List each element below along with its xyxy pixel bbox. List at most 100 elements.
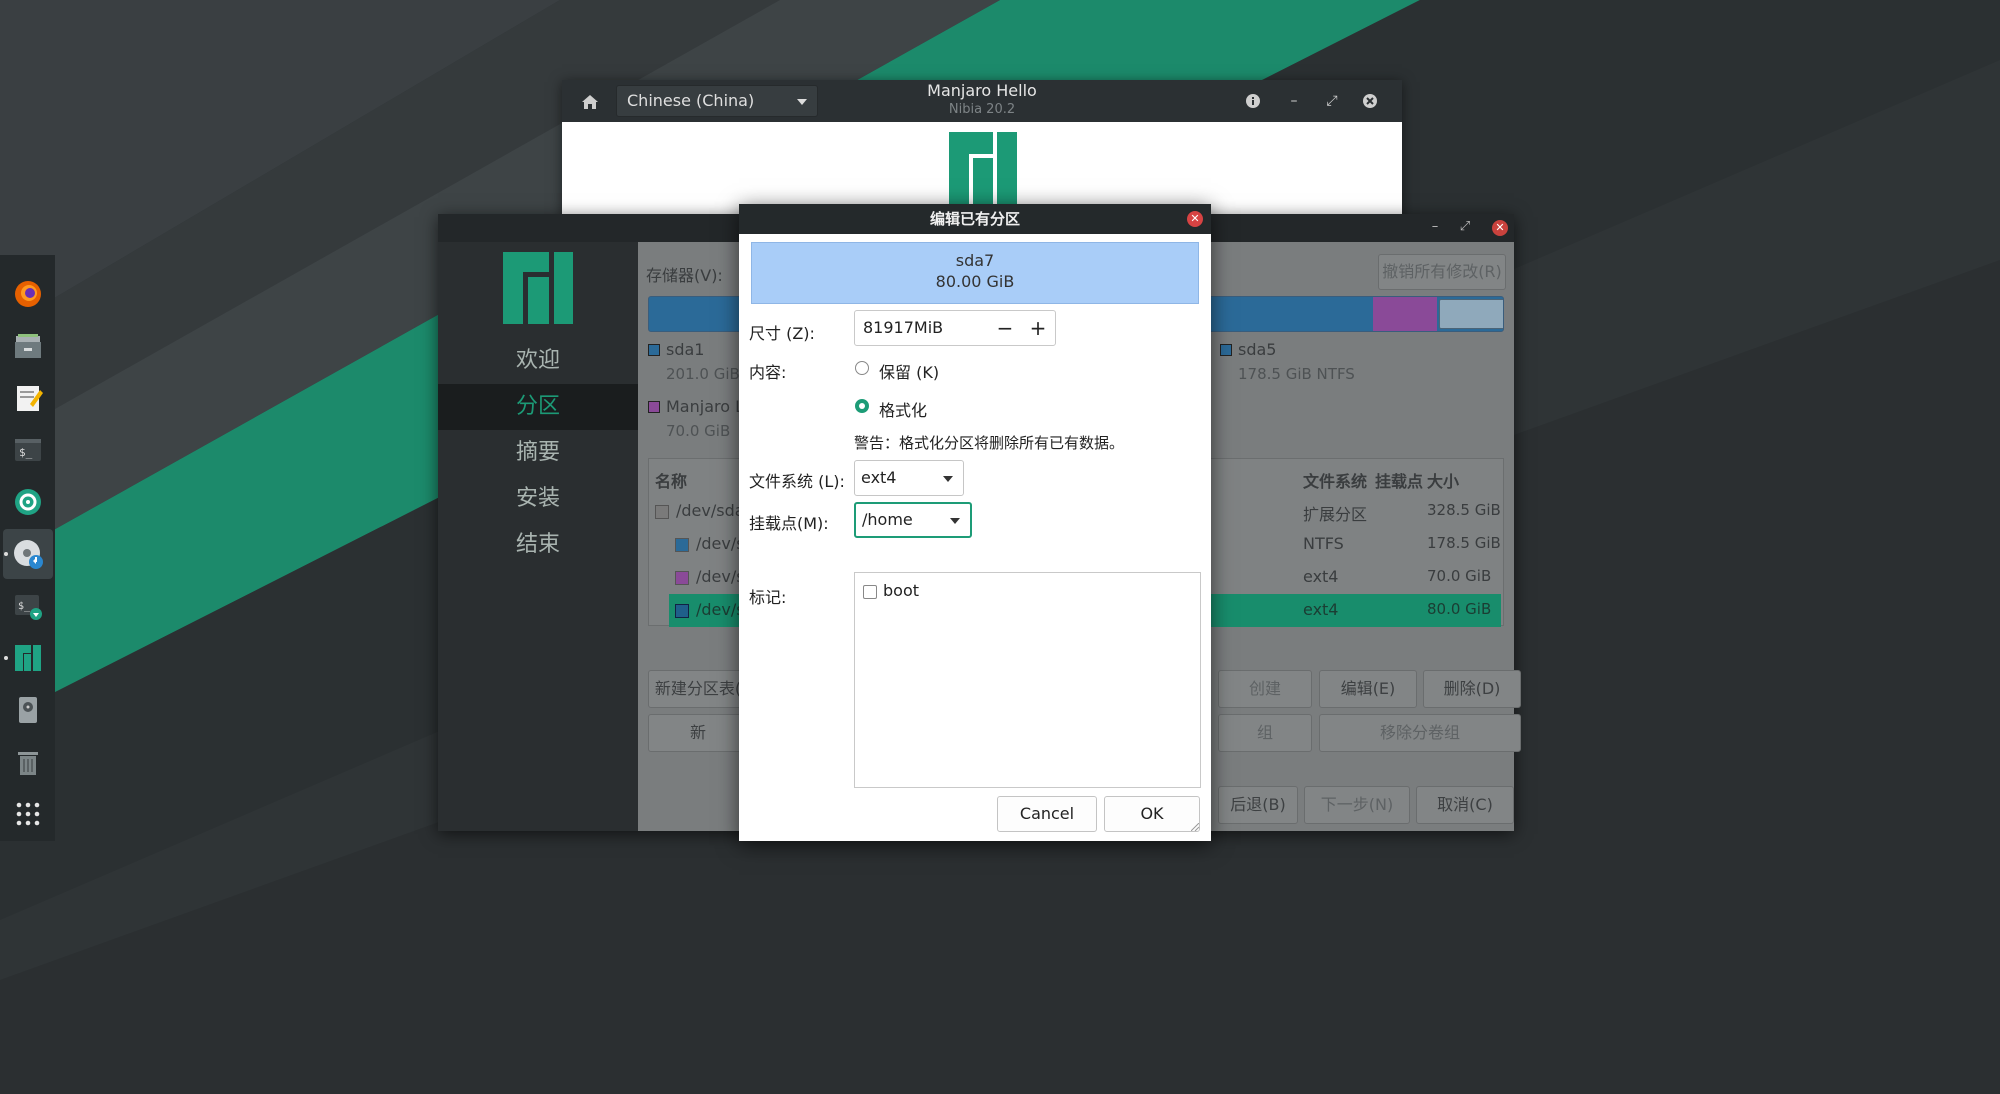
trash-icon [17, 752, 38, 775]
chevron-down-icon [943, 476, 953, 482]
minimize-icon[interactable]: – [1426, 218, 1444, 236]
dock-item-firefox[interactable] [3, 269, 53, 319]
legend-swatch-sda5 [1220, 344, 1232, 356]
revert-all-button[interactable]: 撤销所有修改(R) [1378, 254, 1506, 290]
manjaro-logo [949, 132, 1017, 212]
close-icon[interactable]: ✕ [1187, 211, 1203, 227]
dock-item-terminal-install[interactable]: $_ [3, 581, 53, 631]
close-icon[interactable] [1360, 91, 1380, 111]
dock-item-app-grid[interactable] [3, 789, 53, 839]
partition-name: sda7 [955, 251, 995, 270]
header-size: 大小 [1427, 472, 1460, 491]
chevron-down-icon [950, 518, 960, 524]
row-size: 80.0 GiB [1427, 600, 1492, 618]
ok-button[interactable]: OK [1104, 796, 1200, 832]
nav-welcome: 欢迎 [515, 348, 560, 373]
new-volume-group-button[interactable]: 新 [648, 714, 748, 752]
legend-detail-sda5: 178.5 GiB NTFS [1238, 365, 1355, 383]
legend-swatch-manjaro [648, 401, 660, 413]
edit-button[interactable]: 编辑(E) [1319, 670, 1417, 708]
manjaro-hello-window: Chinese (China) Manjaro Hello Nibia 20.2… [562, 80, 1402, 220]
legend-name-manjaro: Manjaro L [666, 397, 745, 416]
cancel-button[interactable]: Cancel [997, 796, 1097, 832]
hello-titlebar: Chinese (China) Manjaro Hello Nibia 20.2… [562, 80, 1402, 122]
legend-name-sda1: sda1 [666, 340, 705, 359]
decrement-button[interactable]: − [989, 311, 1021, 345]
row-fs: 扩展分区 [1303, 505, 1368, 524]
dock-item-trash[interactable] [3, 737, 53, 787]
dock-item-timeshift[interactable] [3, 477, 53, 527]
format-radio[interactable] [855, 399, 869, 413]
maximize-icon[interactable]: ⤢ [1322, 91, 1342, 111]
dock-item-terminal[interactable]: $_ [3, 425, 53, 475]
hello-title: Manjaro Hello [927, 81, 1037, 100]
header-name: 名称 [655, 472, 688, 491]
installer-sidebar: 欢迎 分区 摘要 安装 结束 [438, 242, 638, 831]
next-button[interactable]: 下一步(N) [1304, 786, 1410, 824]
row-color [675, 604, 689, 618]
close-icon[interactable]: ✕ [1492, 220, 1508, 236]
info-icon[interactable] [1243, 91, 1263, 111]
dock-item-text-editor[interactable] [3, 373, 53, 423]
remove-volume-group-button[interactable]: 移除分卷组 [1319, 714, 1521, 752]
legend-detail-sda1: 201.0 GiB [666, 365, 740, 383]
row-fs: ext4 [1303, 567, 1339, 586]
size-spinbox[interactable]: 81917MiB − + [854, 310, 1056, 346]
row-name: /dev/sda [676, 501, 745, 520]
dock: $_ $_ [0, 255, 55, 841]
row-fs: ext4 [1303, 600, 1339, 619]
dialog-titlebar: 编辑已有分区 ✕ [739, 204, 1211, 234]
mountpoint-value: /home [862, 510, 913, 529]
size-label: 尺寸 (Z): [749, 324, 815, 343]
increment-button[interactable]: + [1022, 311, 1054, 345]
size-value: 81917MiB [863, 318, 944, 337]
create-button[interactable]: 创建 [1218, 670, 1312, 708]
new-partition-table-button[interactable]: 新建分区表( [648, 670, 748, 708]
dock-item-files[interactable] [3, 321, 53, 371]
edit-partition-dialog: 编辑已有分区 ✕ sda7 80.00 GiB 尺寸 (Z): 81917MiB… [739, 204, 1211, 841]
timeshift-icon [14, 489, 41, 515]
legend-detail-manjaro: 70.0 GiB [666, 422, 731, 440]
row-color [675, 571, 689, 585]
filesystem-dropdown[interactable]: ext4 [854, 460, 964, 496]
resize-grip-icon[interactable] [1191, 823, 1199, 831]
dock-item-manjaro-hello[interactable] [3, 633, 53, 683]
storage-label: 存储器(V): [646, 266, 723, 285]
flags-label: 标记: [749, 588, 787, 607]
keep-radio[interactable] [855, 361, 869, 375]
header-mountpoint: 挂载点 [1375, 472, 1424, 491]
boot-checkbox[interactable] [863, 585, 877, 599]
boot-flag-label: boot [883, 581, 920, 600]
back-button[interactable]: 后退(B) [1218, 786, 1298, 824]
row-color [655, 505, 669, 519]
manjaro-logo [503, 252, 573, 324]
minimize-icon[interactable]: – [1284, 91, 1304, 111]
mountpoint-label: 挂载点(M): [749, 514, 829, 533]
nav-summary: 摘要 [515, 440, 560, 465]
dock-item-installer[interactable] [2, 529, 53, 579]
delete-button[interactable]: 删除(D) [1423, 670, 1521, 708]
row-color [675, 538, 689, 552]
nav-partitions: 分区 [438, 384, 638, 430]
format-warning: 警告：格式化分区将删除所有已有数据。 [854, 434, 1125, 452]
resize-volume-group-button[interactable]: 组 [1218, 714, 1312, 752]
text-editor-icon [16, 386, 43, 411]
mountpoint-combobox[interactable]: /home [854, 502, 972, 538]
maximize-icon[interactable]: ⤢ [1456, 218, 1474, 236]
legend-name-sda5: sda5 [1238, 340, 1277, 359]
manjaro-hello-icon [14, 645, 41, 671]
dock-item-disk-utility[interactable] [3, 685, 53, 735]
partition-size: 80.00 GiB [935, 272, 1015, 291]
header-filesystem: 文件系统 [1303, 472, 1368, 491]
disk-utility-icon [18, 697, 37, 723]
row-name: /dev/s [696, 534, 745, 553]
row-name: /dev/s [696, 600, 745, 619]
terminal-install-icon: $_ [14, 595, 42, 620]
filesystem-label: 文件系统 (L): [749, 472, 845, 491]
hello-subtitle: Nibia 20.2 [948, 102, 1016, 117]
dialog-title: 编辑已有分区 [929, 210, 1020, 228]
cancel-install-button[interactable]: 取消(C) [1416, 786, 1514, 824]
keep-option-label: 保留 (K) [879, 363, 940, 382]
row-size: 70.0 GiB [1427, 567, 1492, 585]
format-option-label: 格式化 [879, 401, 928, 420]
